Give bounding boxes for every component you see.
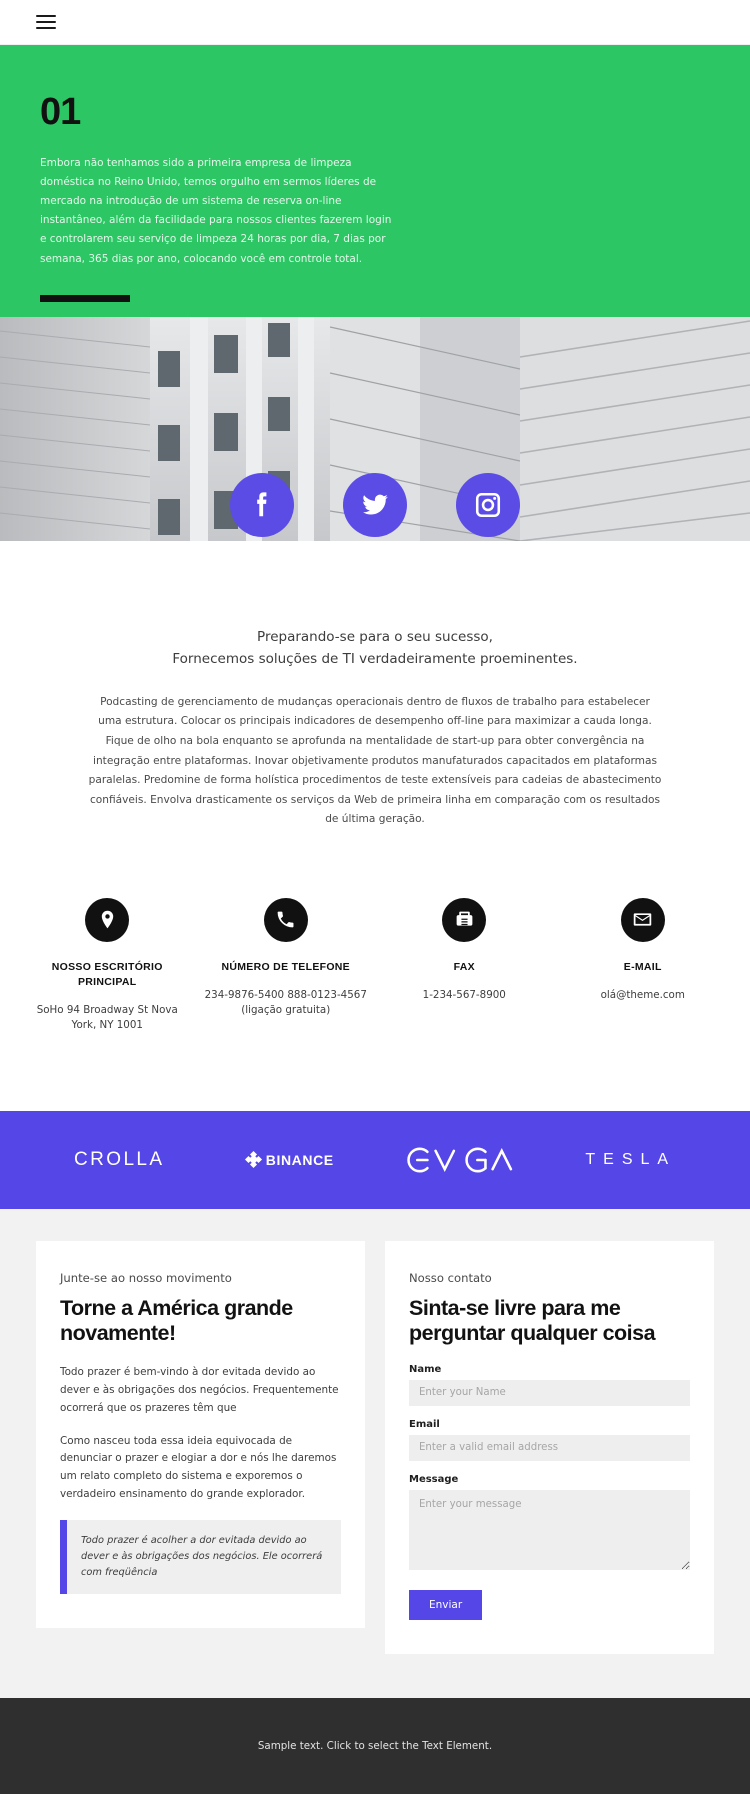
submit-button[interactable]: Enviar (409, 1589, 483, 1620)
site-footer: Sample text. Click to select the Text El… (0, 1697, 750, 1794)
contact-value: olá@theme.com (600, 988, 685, 1001)
movement-card-eyebrow: Junte-se ao nosso movimento (60, 1270, 232, 1285)
logo-binance-text: BINANCE (265, 1151, 334, 1168)
site-header (0, 0, 750, 45)
logo-tesla-text: TESLA (585, 1150, 677, 1168)
logo-tesla: TESLA (546, 1151, 717, 1169)
movement-card: Junte-se ao nosso movimento Torne a Amér… (36, 1240, 365, 1628)
logo-crolla: CROLLA (34, 1149, 205, 1171)
phone-icon (263, 897, 308, 942)
contact-item-phone: NÚMERO DE TELEFONE 234-9876-5400 888-012… (197, 897, 376, 1019)
intro-lead-line-2: Fornecemos soluções de TI verdadeirament… (172, 650, 578, 667)
name-input[interactable] (409, 1379, 690, 1406)
contact-form-card: Nosso contato Sinta-se livre para me per… (385, 1240, 714, 1654)
footer-sample-text[interactable]: Sample text. Click to select the Text El… (258, 1740, 492, 1752)
contact-info-grid: NOSSO ESCRITÓRIO PRINCIPAL SoHo 94 Broad… (0, 830, 750, 1034)
logo-crolla-text: CROLLA (74, 1148, 165, 1170)
contact-item-fax: FAX 1-234-567-8900 (375, 897, 554, 1004)
logo-evga-mark (407, 1147, 513, 1173)
binance-diamond-icon (244, 1151, 262, 1169)
email-input[interactable] (409, 1434, 690, 1461)
hero-paragraph: Embora não tenhamos sido a primeira empr… (40, 157, 392, 265)
contact-label: FAX (453, 960, 475, 973)
envelope-icon (620, 897, 665, 942)
name-field-label: Name (409, 1363, 442, 1375)
fax-icon (442, 897, 487, 942)
email-field-label: Email (409, 1418, 440, 1430)
movement-card-blockquote: Todo prazer é acolher a dor evitada devi… (60, 1520, 341, 1594)
logo-evga (375, 1145, 546, 1175)
contact-label: NOSSO ESCRITÓRIO PRINCIPAL (51, 960, 163, 988)
contact-item-email: E-MAIL olá@theme.com (554, 897, 733, 1004)
movement-card-title: Torne a América grande novamente! (60, 1295, 293, 1345)
hero-divider-rule (40, 294, 130, 302)
map-pin-icon (85, 897, 130, 942)
hero-section: 01 Embora não tenhamos sido a primeira e… (0, 45, 750, 364)
form-card-title: Sinta-se livre para me perguntar qualque… (409, 1295, 656, 1345)
twitter-icon[interactable] (343, 473, 407, 537)
hero-number: 01 (40, 91, 81, 133)
contact-value: 1-234-567-8900 (422, 988, 506, 1001)
intro-section: Preparando-se para o seu sucesso, Fornec… (0, 541, 750, 830)
contact-label: E-MAIL (623, 960, 662, 973)
message-field-label: Message (409, 1473, 459, 1485)
contact-value: 234-9876-5400 888-0123-4567 (ligação gra… (204, 988, 367, 1017)
contact-item-office: NOSSO ESCRITÓRIO PRINCIPAL SoHo 94 Broad… (18, 897, 197, 1034)
message-textarea[interactable] (409, 1489, 690, 1570)
burger-line (36, 21, 56, 23)
partner-logos-band: CROLLA BINANCE TESLA (0, 1110, 750, 1209)
contact-value: SoHo 94 Broadway St Nova York, NY 1001 (36, 1003, 178, 1032)
bottom-section: Junte-se ao nosso movimento Torne a Amér… (0, 1208, 750, 1698)
intro-body-paragraph: Podcasting de gerenciamento de mudanças … (88, 695, 662, 826)
form-card-eyebrow: Nosso contato (409, 1270, 492, 1285)
instagram-icon[interactable] (456, 473, 520, 537)
hamburger-menu-icon[interactable] (36, 15, 56, 29)
burger-line (36, 27, 56, 29)
intro-lead-line-1: Preparando-se para o seu sucesso, (257, 629, 493, 645)
contact-label: NÚMERO DE TELEFONE (221, 960, 350, 973)
logo-binance: BINANCE (205, 1151, 376, 1169)
movement-card-paragraph-1: Todo prazer é bem-vindo à dor evitada de… (60, 1365, 339, 1414)
movement-card-paragraph-2: Como nasceu toda essa ideia equivocada d… (60, 1434, 337, 1501)
burger-line (36, 15, 56, 17)
facebook-icon[interactable] (230, 473, 294, 537)
